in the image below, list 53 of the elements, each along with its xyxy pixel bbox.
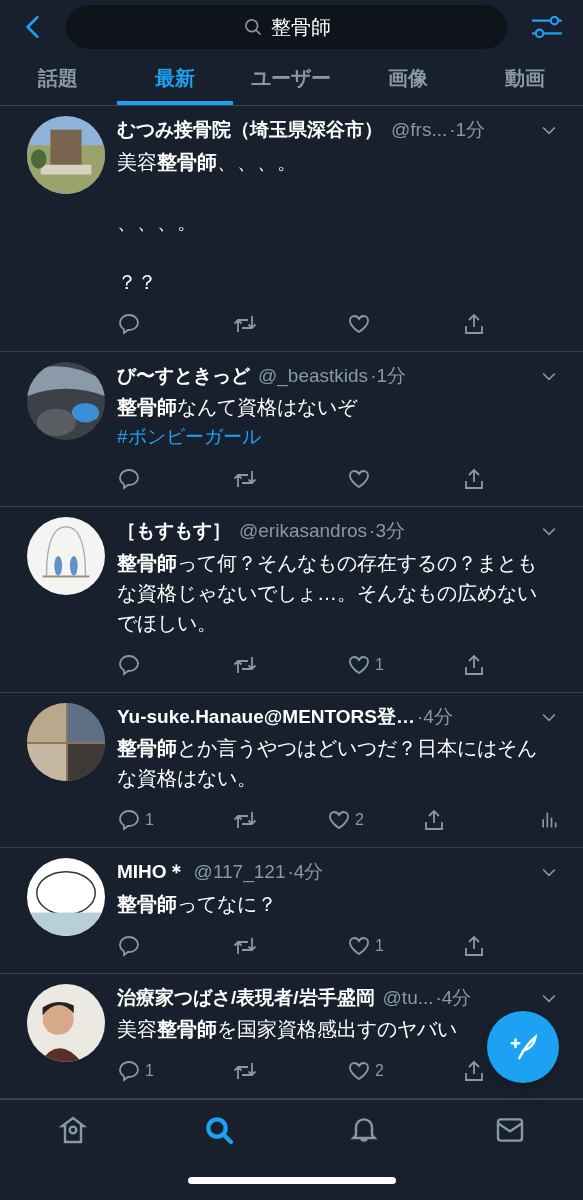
share-icon[interactable] [462, 933, 486, 958]
tweet-text: ？？ [117, 269, 157, 295]
tweet-time: ·4分 [287, 860, 324, 885]
search-field[interactable]: 整骨師 [66, 5, 507, 50]
tweet-text: 、、、。 [117, 209, 197, 235]
tweet-time: ·3分 [369, 519, 405, 544]
share-icon[interactable] [462, 1059, 486, 1084]
user-handle: @117_121 [193, 860, 286, 885]
reply-icon[interactable] [117, 933, 141, 958]
tweet-time: ·4分 [435, 985, 472, 1010]
user-name[interactable]: 治療家つばさ/表現者/岩手盛岡 [117, 983, 375, 1013]
tab[interactable]: 動画 [466, 54, 583, 106]
reply-icon[interactable] [117, 311, 141, 336]
reply-icon[interactable] [117, 808, 141, 833]
reply-icon[interactable] [117, 467, 141, 492]
tweet-text: 整骨師って何？そんなもの存在するの？まともな資格じゃないでしょ…。そんなもの広めないでほしい。 [117, 550, 537, 636]
tweet-time: ·1分 [370, 363, 407, 388]
user-handle: @erikasandros [239, 519, 368, 544]
tab[interactable]: 画像 [349, 54, 467, 106]
like-count: 1 [375, 935, 384, 956]
share-icon[interactable] [422, 808, 446, 833]
share-icon[interactable] [462, 652, 486, 677]
reply-count: 1 [145, 810, 154, 831]
reply-icon[interactable] [117, 1059, 141, 1084]
tweet-text: 美容整骨師を国家資格感出すのヤバい [117, 1017, 457, 1043]
compose-icon [508, 1032, 538, 1062]
tweet-text: 整骨師なんて資格はないぞ [117, 395, 357, 421]
reply-icon[interactable] [117, 652, 141, 677]
user-handle: @_beastkids [258, 363, 369, 389]
reply-count: 1 [145, 1061, 154, 1082]
like-count: 2 [355, 810, 364, 831]
search-query: 整骨師 [270, 15, 331, 41]
like-count: 1 [375, 654, 384, 675]
user-name[interactable]: Yu-suke.Hanaue@MENTORS登… [117, 702, 415, 732]
tweet-time: ·1分 [449, 118, 486, 143]
tweet-text: 整骨師ってなに？ [117, 891, 277, 917]
user-name[interactable]: び〜すときっど [117, 361, 250, 391]
user-handle: @frs... [391, 118, 448, 143]
search-icon [242, 17, 263, 38]
tweet-text: 整骨師とか言うやつはどいつだ？日本にはそんな資格はない。 [117, 736, 537, 792]
user-name[interactable]: むつみ接骨院（埼玉県深谷市） [117, 116, 383, 145]
hashtag-link[interactable]: #ボンビーガール [117, 422, 261, 453]
tab[interactable]: 最新 [116, 54, 234, 106]
user-handle: @tu... [382, 985, 434, 1010]
tab[interactable]: ユーザー [233, 54, 350, 106]
tweet-text: 美容整骨師、、、。 [117, 149, 297, 175]
tweet-time: ·4分 [416, 704, 453, 729]
user-name[interactable]: MIHO＊ [117, 858, 186, 887]
like-count: 2 [375, 1061, 384, 1082]
share-icon[interactable] [462, 311, 486, 336]
share-icon[interactable] [462, 467, 486, 492]
user-name[interactable]: ［もすもす］ [117, 517, 231, 546]
tab[interactable]: 話題 [0, 54, 117, 106]
